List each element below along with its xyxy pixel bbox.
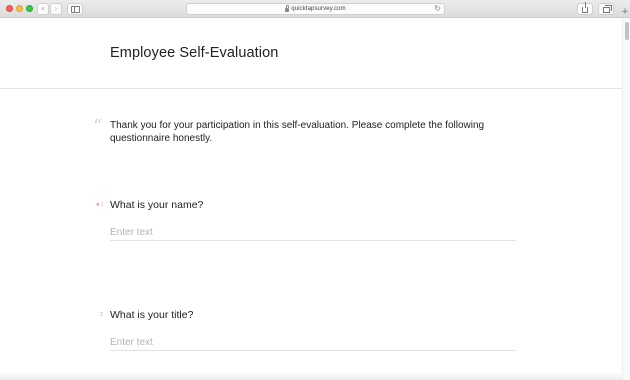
header-divider [0,88,622,89]
question-number: 1 [100,202,104,208]
minimize-window-button[interactable] [16,5,23,12]
back-button[interactable]: ‹ [37,3,49,15]
share-icon [582,2,588,13]
question-2-marker: 2 [100,312,103,318]
new-tab-button[interactable]: + [620,6,630,18]
browser-toolbar: ‹ › quicktapsurvey.com ↻ + [0,0,630,18]
page-scrollbar[interactable] [622,18,630,380]
lock-icon [285,5,290,12]
chevron-left-icon: ‹ [41,4,45,13]
question-1-marker: ● 1 [96,202,103,208]
scroll-thumb[interactable] [625,22,629,40]
address-bar[interactable]: quicktapsurvey.com ↻ [186,3,445,15]
sidebar-icon [70,5,80,13]
sidebar-toggle-button[interactable] [67,3,83,15]
page-title: Employee Self-Evaluation [110,45,279,61]
forward-button[interactable]: › [50,3,62,15]
quote-icon: “ [93,116,103,137]
bottom-fade [0,372,622,380]
title-input[interactable] [110,335,516,351]
question-1-label: What is your name? [110,199,204,211]
plus-icon: + [621,7,629,17]
url-text: quicktapsurvey.com [291,6,346,12]
required-icon: ● [96,202,100,208]
zoom-window-button[interactable] [26,5,33,12]
question-number: 2 [100,312,103,318]
tabs-icon [602,5,612,13]
close-window-button[interactable] [6,5,13,12]
survey-page: Employee Self-Evaluation [0,18,622,380]
chevron-right-icon: › [54,4,58,13]
intro-text: Thank you for your participation in this… [110,120,485,144]
share-button[interactable] [577,2,593,15]
question-2-label: What is your title? [110,309,194,321]
name-input[interactable] [110,225,516,241]
show-tabs-button[interactable] [598,3,614,15]
reload-icon[interactable]: ↻ [434,4,441,13]
